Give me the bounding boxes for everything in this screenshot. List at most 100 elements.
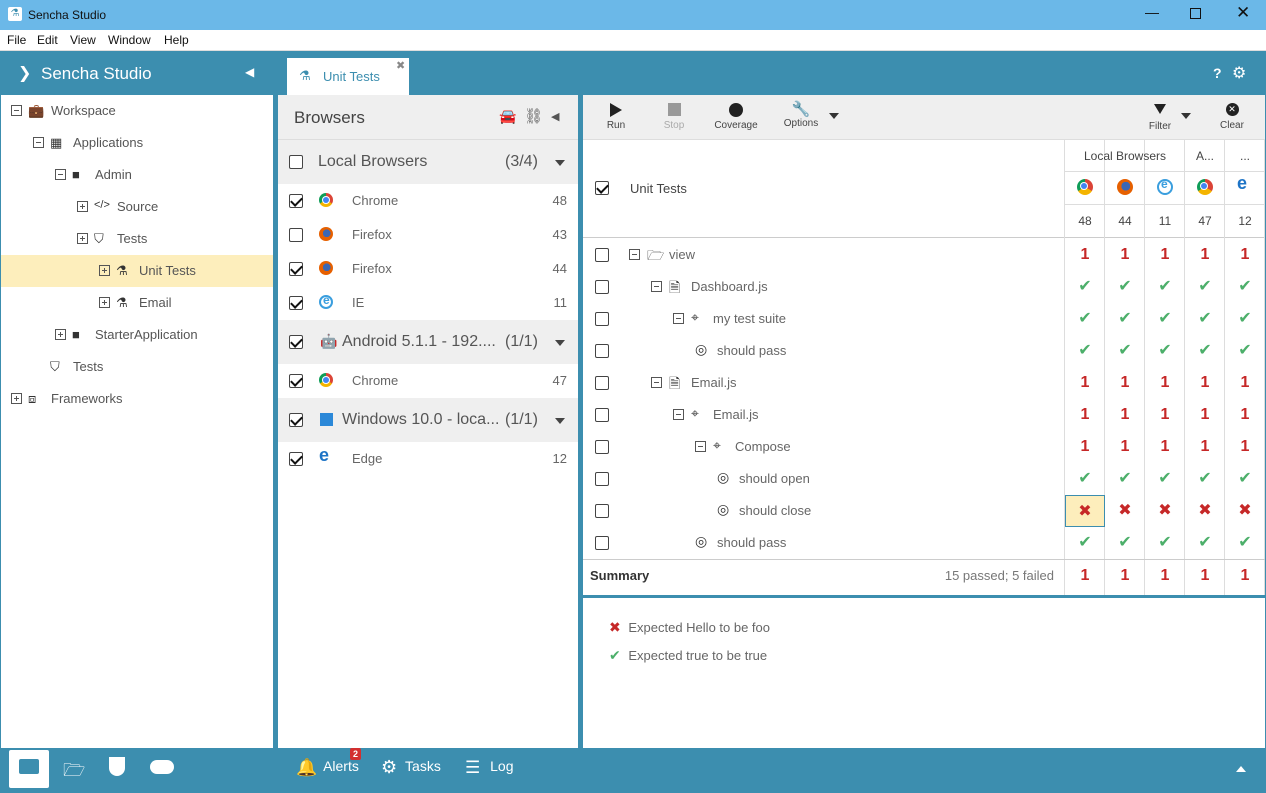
browser-group[interactable]: 🤖 Android 5.1.1 - 192.... (1/1) <box>278 320 578 364</box>
folder-open-icon[interactable]: 🗁 <box>63 758 85 788</box>
clear-button[interactable]: ✕ Clear <box>1217 95 1247 140</box>
expand-icon[interactable] <box>77 233 88 244</box>
test-row[interactable]: ◎ should pass ✔ ✔ ✔ ✔ ✔ <box>583 527 1265 559</box>
select-all-checkbox[interactable] <box>595 181 609 195</box>
browser-item[interactable]: Firefox 43 <box>278 218 578 252</box>
tree-item[interactable]: ⚗ Email <box>1 287 273 319</box>
expand-icon[interactable] <box>11 393 22 404</box>
tree-item[interactable]: ⧈ Frameworks <box>1 383 273 415</box>
test-row[interactable]: ◎ should open ✔ ✔ ✔ ✔ ✔ <box>583 463 1265 495</box>
tab-unit-tests[interactable]: ⚗ Unit Tests ✖ <box>287 58 409 95</box>
maximize-button[interactable] <box>1190 8 1201 19</box>
help-icon[interactable]: ? <box>1213 65 1222 81</box>
test-row[interactable]: ◎ should close ✖ ✖ ✖ ✖ ✖ <box>583 495 1265 527</box>
collapse-icon[interactable] <box>11 105 22 116</box>
minimize-button[interactable]: — <box>1145 4 1159 20</box>
row-checkbox[interactable] <box>595 440 609 454</box>
collapse-icon[interactable] <box>695 441 706 452</box>
menu-edit[interactable]: Edit <box>37 33 58 47</box>
browser-checkbox[interactable] <box>289 228 303 242</box>
collapse-icon[interactable] <box>629 249 640 260</box>
row-checkbox[interactable] <box>595 248 609 262</box>
row-checkbox[interactable] <box>595 376 609 390</box>
browser-checkbox[interactable] <box>289 296 303 310</box>
menu-help[interactable]: Help <box>164 33 189 47</box>
link-icon[interactable]: ⛓ <box>524 107 543 125</box>
group-checkbox[interactable] <box>289 155 303 169</box>
stop-button[interactable]: Stop <box>659 95 689 140</box>
collapse-icon[interactable] <box>673 313 684 324</box>
expand-icon[interactable] <box>99 297 110 308</box>
row-checkbox[interactable] <box>595 536 609 550</box>
collapse-icon[interactable] <box>33 137 44 148</box>
coverage-button[interactable]: Coverage <box>711 95 761 140</box>
alerts-button[interactable]: 🔔 Alerts 2 <box>296 748 362 778</box>
shield-icon[interactable] <box>109 757 125 776</box>
close-tab-icon[interactable]: ✖ <box>396 59 405 72</box>
collapse-icon[interactable] <box>55 169 66 180</box>
group-checkbox[interactable] <box>289 335 303 349</box>
group-checkbox[interactable] <box>289 413 303 427</box>
tree-item[interactable]: ▦ Applications <box>1 127 273 159</box>
tree-item[interactable]: ■ StarterApplication <box>1 319 273 351</box>
workspace-tab[interactable] <box>9 750 49 788</box>
row-checkbox[interactable] <box>595 472 609 486</box>
collapse-browsers-icon[interactable]: ◀ <box>551 110 559 123</box>
run-button[interactable]: Run <box>601 95 631 140</box>
chevron-down-icon[interactable] <box>555 340 565 346</box>
tree-item[interactable]: ⛉ Tests <box>1 223 273 255</box>
expand-panel-icon[interactable] <box>1236 766 1246 772</box>
expand-icon[interactable] <box>99 265 110 276</box>
browser-item[interactable]: IE 11 <box>278 286 578 320</box>
cloud-icon[interactable] <box>150 760 174 774</box>
options-dropdown-icon[interactable] <box>829 113 839 119</box>
test-row[interactable]: ◎ should pass ✔ ✔ ✔ ✔ ✔ <box>583 335 1265 367</box>
filter-dropdown-icon[interactable] <box>1181 113 1191 119</box>
browser-checkbox[interactable] <box>289 262 303 276</box>
test-row[interactable]: 🗎 Dashboard.js ✔ ✔ ✔ ✔ ✔ <box>583 271 1265 303</box>
expand-icon[interactable] <box>77 201 88 212</box>
browser-item[interactable]: Chrome 48 <box>278 184 578 218</box>
car-icon[interactable]: 🚘 <box>499 108 516 125</box>
row-checkbox[interactable] <box>595 280 609 294</box>
test-row[interactable]: ⌖ Compose 1 1 1 1 1 <box>583 431 1265 463</box>
gear-icon[interactable]: ⚙ <box>1232 63 1246 83</box>
log-button[interactable]: ☰ Log <box>465 758 514 778</box>
row-checkbox[interactable] <box>595 344 609 358</box>
chevron-down-icon[interactable] <box>555 418 565 424</box>
collapse-icon[interactable] <box>651 377 662 388</box>
browser-group[interactable]: Local Browsers (3/4) <box>278 140 578 184</box>
tree-item[interactable]: </> Source <box>1 191 273 223</box>
test-row[interactable]: ⌖ Email.js 1 1 1 1 1 <box>583 399 1265 431</box>
browser-item[interactable]: Chrome 47 <box>278 364 578 398</box>
menu-view[interactable]: View <box>70 33 96 47</box>
summary-cell: 1 <box>1200 567 1210 584</box>
row-checkbox[interactable] <box>595 408 609 422</box>
test-row[interactable]: ⌖ my test suite ✔ ✔ ✔ ✔ ✔ <box>583 303 1265 335</box>
expand-icon[interactable] <box>55 329 66 340</box>
collapse-sidebar-icon[interactable]: ◀ <box>245 65 254 79</box>
browser-item[interactable]: Firefox 44 <box>278 252 578 286</box>
browser-checkbox[interactable] <box>289 452 303 466</box>
tree-item[interactable]: 💼 Workspace <box>1 95 273 127</box>
tasks-button[interactable]: ⚙ Tasks <box>381 757 441 778</box>
tree-item[interactable]: ■ Admin <box>1 159 273 191</box>
browser-checkbox[interactable] <box>289 374 303 388</box>
browser-checkbox[interactable] <box>289 194 303 208</box>
row-checkbox[interactable] <box>595 504 609 518</box>
tree-item[interactable]: ⛉ Tests <box>1 351 273 383</box>
tree-item[interactable]: ⚗ Unit Tests <box>1 255 273 287</box>
filter-button[interactable]: Filter <box>1145 95 1175 140</box>
row-checkbox[interactable] <box>595 312 609 326</box>
chevron-down-icon[interactable] <box>555 160 565 166</box>
browser-group[interactable]: Windows 10.0 - loca... (1/1) <box>278 398 578 442</box>
test-row[interactable]: 🗎 Email.js 1 1 1 1 1 <box>583 367 1265 399</box>
collapse-icon[interactable] <box>673 409 684 420</box>
browser-item[interactable]: Edge 12 <box>278 442 578 476</box>
collapse-icon[interactable] <box>651 281 662 292</box>
options-button[interactable]: 🔧 Options <box>781 95 821 140</box>
menu-file[interactable]: File <box>7 33 26 47</box>
menu-window[interactable]: Window <box>108 33 151 47</box>
close-window-button[interactable]: ✕ <box>1236 3 1250 23</box>
test-row[interactable]: 🗁 view 1 1 1 1 1 <box>583 239 1265 271</box>
